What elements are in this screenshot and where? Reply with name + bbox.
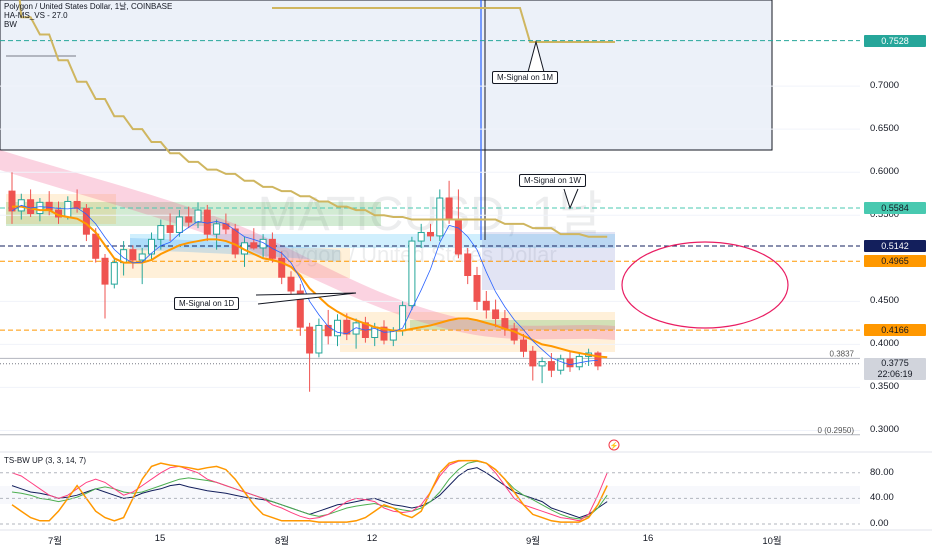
candle-body-60 [566, 358, 574, 368]
bar-countdown: 22:06:19 [877, 368, 913, 379]
time-tick-2: 8월 [274, 536, 290, 547]
osc-tick-2: 0.00 [870, 518, 889, 529]
candle-body-46 [436, 197, 444, 237]
callout-signal-1d[interactable]: M-Signal on 1D [174, 297, 240, 310]
candle-body-35 [334, 319, 341, 337]
candle-body-50 [473, 275, 481, 302]
osc-tick-1: 40.00 [870, 492, 894, 504]
candle-body-13 [129, 249, 137, 261]
candle-body-19 [185, 216, 193, 223]
candle-body-9 [92, 233, 100, 259]
candle-body-3 [36, 201, 44, 215]
callout-pointer-1d [255, 292, 357, 305]
candle-body-51 [482, 300, 490, 311]
price-tick-0: 0.7000 [870, 80, 900, 92]
candle-body-26 [250, 242, 258, 249]
price-tick-5: 0.4000 [870, 338, 900, 350]
candle-body-7 [73, 200, 81, 209]
candle-body-14 [138, 253, 146, 261]
candle-body-4 [45, 201, 53, 211]
indicator-title-bw: BW [4, 20, 17, 29]
time-tick-0: 7월 [47, 536, 63, 547]
price-tag-4: 0.4166 [864, 324, 926, 337]
candle-body-32 [306, 326, 314, 354]
candle-body-44 [417, 231, 425, 242]
candle-body-21 [203, 209, 211, 235]
candle-body-48 [454, 219, 462, 255]
candle-body-17 [166, 225, 174, 233]
chart-canvas[interactable]: MATICUSD, 1날 Polygon / United States Dol… [0, 0, 932, 550]
indicator-title-hams: HA-MS_VS - 27.0 [4, 11, 68, 20]
oscillator-title: TS-BW UP (3, 3, 14, 7) [4, 456, 87, 465]
osc-tick-0: 80.00 [870, 466, 894, 478]
time-tick-3: 12 [366, 533, 378, 544]
price-tag-0: 0.7528 [864, 34, 926, 47]
candle-body-33 [315, 324, 323, 354]
candle-body-61 [575, 355, 583, 368]
time-tick-4: 9월 [525, 536, 541, 547]
candle-body-8 [82, 207, 90, 235]
chart-header: Polygon / United States Dollar, 1날, COIN… [4, 2, 172, 29]
candle-body-18 [175, 216, 183, 233]
candle-body-0 [8, 190, 16, 212]
candle-body-43 [408, 240, 416, 307]
candle-body-52 [492, 309, 500, 320]
callout-signal-1m[interactable]: M-Signal on 1M [492, 71, 559, 84]
candle-body-55 [520, 339, 527, 352]
price-tag-3: 0.4965 [864, 255, 926, 268]
candle-body-30 [287, 276, 295, 292]
price-tag-1: 0.5584 [864, 202, 926, 214]
time-tick-5: 16 [642, 533, 654, 544]
candle-body-63 [594, 352, 602, 367]
candle-body-57 [538, 361, 546, 367]
last-price-tag: 0.3775 22:06:19 [864, 357, 926, 380]
candle-body-34 [324, 324, 332, 337]
candle-body-58 [547, 361, 555, 371]
event-marker-glyph: ⚡ [610, 441, 619, 450]
candle-body-24 [231, 228, 239, 255]
candle-body-45 [427, 231, 434, 237]
time-tick-1: 15 [154, 533, 166, 544]
candle-body-47 [445, 197, 453, 221]
last-price-value: 0.3775 [881, 357, 909, 368]
candle-body-23 [222, 223, 230, 230]
candle-body-2 [27, 199, 35, 215]
price-tick-2: 0.6000 [870, 166, 900, 178]
price-tick-4: 0.4500 [870, 295, 900, 307]
candle-body-56 [529, 350, 537, 367]
price-tick-1: 0.6500 [870, 123, 900, 135]
symbol-title: Polygon / United States Dollar, 1날, COIN… [4, 2, 173, 11]
price-tick-6: 0.3500 [870, 381, 900, 393]
candle-body-10 [101, 257, 109, 285]
annotation-label-1: 0 (0.2950) [818, 426, 855, 435]
candle-body-22 [213, 223, 221, 235]
circle-annotation [621, 241, 789, 329]
candle-body-49 [464, 253, 472, 277]
candle-body-20 [194, 209, 202, 223]
price-tick-7: 0.3000 [870, 424, 900, 436]
annotation-label-0: 0.3837 [830, 349, 855, 358]
time-tick-6: 10월 [762, 536, 782, 547]
chart-stage[interactable]: MATICUSD, 1날 Polygon / United States Dol… [0, 0, 932, 550]
callout-signal-1w[interactable]: M-Signal on 1W [519, 174, 586, 187]
candle-body-11 [110, 262, 118, 285]
price-tag-2: 0.5142 [864, 240, 926, 253]
candle-body-16 [157, 225, 165, 240]
candle-body-42 [399, 305, 407, 332]
